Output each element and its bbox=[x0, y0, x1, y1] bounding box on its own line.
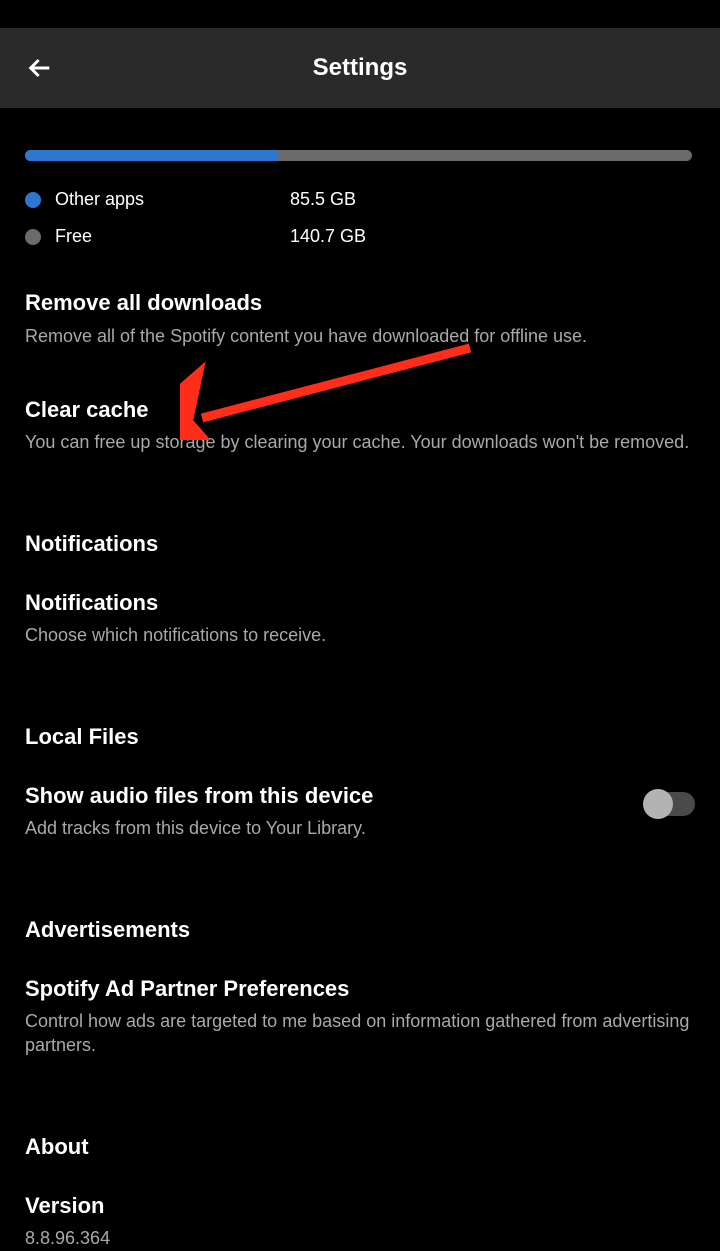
page-title: Settings bbox=[0, 54, 720, 82]
storage-legend: Other apps 85.5 GB Free 140.7 GB bbox=[25, 189, 695, 247]
legend-dot-icon bbox=[25, 229, 41, 245]
back-button[interactable] bbox=[22, 50, 58, 86]
legend-label: Other apps bbox=[55, 189, 290, 210]
section-header-notifications: Notifications bbox=[25, 531, 695, 557]
storage-bar-fill bbox=[25, 150, 278, 161]
show-audio-toggle[interactable] bbox=[645, 792, 695, 816]
status-bar bbox=[0, 0, 720, 28]
item-title: Clear cache bbox=[25, 396, 695, 425]
item-title: Remove all downloads bbox=[25, 289, 695, 318]
legend-value: 140.7 GB bbox=[290, 226, 366, 247]
section-header-advertisements: Advertisements bbox=[25, 917, 695, 943]
legend-row-free: Free 140.7 GB bbox=[25, 226, 695, 247]
item-title: Version bbox=[25, 1192, 695, 1221]
item-desc: Control how ads are targeted to me based… bbox=[25, 1009, 695, 1058]
notifications-item[interactable]: Notifications Choose which notifications… bbox=[25, 589, 695, 648]
legend-row-other-apps: Other apps 85.5 GB bbox=[25, 189, 695, 210]
section-header-local-files: Local Files bbox=[25, 724, 695, 750]
item-desc: Remove all of the Spotify content you ha… bbox=[25, 324, 695, 348]
show-audio-files-item[interactable]: Show audio files from this device Add tr… bbox=[25, 782, 695, 841]
legend-dot-icon bbox=[25, 192, 41, 208]
ad-preferences-item[interactable]: Spotify Ad Partner Preferences Control h… bbox=[25, 975, 695, 1058]
item-title: Show audio files from this device bbox=[25, 782, 625, 811]
item-title: Notifications bbox=[25, 589, 695, 618]
item-desc: Add tracks from this device to Your Libr… bbox=[25, 816, 625, 840]
item-desc: Choose which notifications to receive. bbox=[25, 623, 695, 647]
toggle-knob-icon bbox=[643, 789, 673, 819]
header-bar: Settings bbox=[0, 28, 720, 108]
version-item: Version 8.8.96.364 bbox=[25, 1192, 695, 1251]
item-desc: 8.8.96.364 bbox=[25, 1226, 695, 1250]
section-header-about: About bbox=[25, 1134, 695, 1160]
back-arrow-icon bbox=[24, 52, 56, 84]
legend-label: Free bbox=[55, 226, 290, 247]
item-desc: You can free up storage by clearing your… bbox=[25, 430, 695, 454]
item-title: Spotify Ad Partner Preferences bbox=[25, 975, 695, 1004]
clear-cache-item[interactable]: Clear cache You can free up storage by c… bbox=[25, 396, 695, 455]
remove-downloads-item[interactable]: Remove all downloads Remove all of the S… bbox=[25, 289, 695, 348]
storage-bar bbox=[25, 150, 692, 161]
legend-value: 85.5 GB bbox=[290, 189, 356, 210]
